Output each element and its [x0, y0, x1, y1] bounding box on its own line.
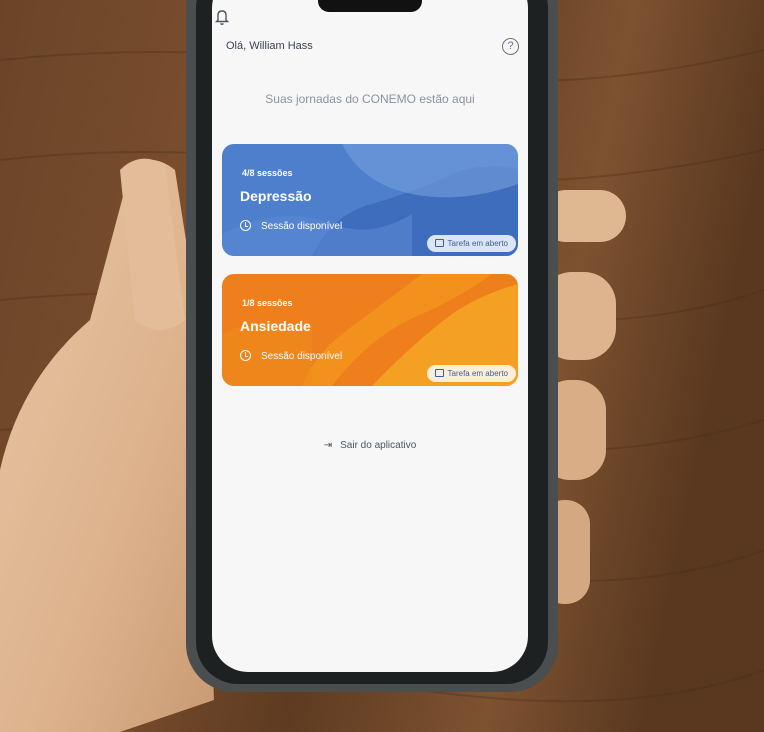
- open-task-badge: Tarefa em aberto: [426, 365, 516, 382]
- calendar-icon: [434, 239, 444, 247]
- clock-icon: [240, 220, 251, 231]
- phone-screen: Olá, William Hass ? Suas jornadas do CON…: [214, 8, 526, 668]
- availability-status: Sessão disponível: [240, 220, 342, 232]
- help-icon[interactable]: ?: [502, 38, 519, 55]
- availability-status: Sessão disponível: [240, 350, 342, 362]
- photo-scene: Olá, William Hass ? Suas jornadas do CON…: [0, 0, 764, 732]
- journey-card-depression[interactable]: 4/8 sessões Depressão Sessão disponível …: [222, 144, 518, 256]
- calendar-icon: [434, 369, 444, 377]
- card-title: Depressão: [240, 188, 312, 204]
- bell-icon[interactable]: [214, 8, 230, 26]
- journey-card-anxiety[interactable]: 1/8 sessões Ansiedade Sessão disponível …: [222, 274, 518, 386]
- sessions-count: 1/8 sessões: [242, 298, 293, 308]
- clock-icon: [240, 350, 251, 361]
- sessions-count: 4/8 sessões: [242, 168, 293, 178]
- open-task-badge: Tarefa em aberto: [426, 235, 516, 252]
- logout-icon: ⇥: [323, 440, 333, 451]
- logout-button[interactable]: ⇥ Sair do aplicativo: [214, 440, 526, 451]
- greeting-text: Olá, William Hass: [226, 40, 313, 52]
- journeys-subtitle: Suas jornadas do CONEMO estão aqui: [265, 92, 475, 106]
- card-title: Ansiedade: [240, 318, 311, 334]
